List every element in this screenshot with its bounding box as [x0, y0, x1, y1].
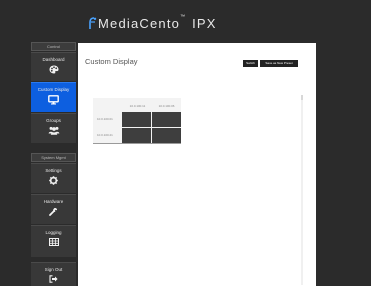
section-label-control: Control [31, 42, 76, 51]
sidebar-item-label: Custom Display [37, 87, 70, 92]
main-panel: Custom Display Switch Save as New Preset… [78, 43, 316, 286]
monitor-icon [31, 95, 76, 105]
gear-icon [31, 176, 76, 185]
grid-cell[interactable] [122, 112, 151, 127]
sidebar-item-logging[interactable]: Logging [31, 225, 76, 257]
grid-row-header: 10.0.100.21 [97, 133, 113, 137]
display-grid: 10.0.100.11 10.0.100.06 10.0.100.01 10.0… [93, 98, 181, 144]
app-brand: MediaCento [98, 16, 181, 31]
sidebar-item-dashboard[interactable]: Dashboard [31, 52, 76, 81]
trademark-mark: ™ [180, 13, 187, 20]
grid-cell[interactable] [152, 112, 181, 127]
switch-button[interactable]: Switch [243, 60, 258, 67]
grid-footer-divider [93, 143, 181, 144]
palette-icon [31, 65, 76, 74]
app-suffix: IPX [187, 16, 217, 31]
grid-cell[interactable] [122, 128, 151, 143]
table-icon [31, 238, 76, 246]
page-title: Custom Display [85, 57, 138, 66]
users-icon [31, 126, 76, 135]
sidebar-item-sign-out[interactable]: Sign Out [31, 262, 76, 286]
grid-column-header: 10.0.100.06 [158, 104, 175, 108]
sidebar: Control Dashboard Custom Display Groups [31, 42, 76, 286]
app-logo: MediaCento™ IPX [88, 13, 217, 31]
save-preset-button[interactable]: Save as New Preset [260, 60, 298, 67]
sidebar-item-groups[interactable]: Groups [31, 113, 76, 143]
scrollbar-thumb[interactable] [301, 95, 303, 100]
scrollbar[interactable] [301, 95, 303, 285]
sidebar-item-hardware[interactable]: Hardware [31, 194, 76, 224]
header: MediaCento™ IPX [0, 0, 371, 40]
wrench-icon [31, 207, 76, 216]
sidebar-item-settings[interactable]: Settings [31, 163, 76, 193]
sign-out-icon [31, 275, 76, 283]
sidebar-item-custom-display[interactable]: Custom Display [31, 82, 76, 112]
grid-cell[interactable] [152, 128, 181, 143]
section-label-system: System Mgmt [31, 153, 76, 162]
grid-column-header: 10.0.100.11 [129, 104, 146, 108]
sidebar-item-label: Logging [45, 230, 62, 235]
sidebar-item-label: Groups [46, 118, 61, 123]
sidebar-item-label: Hardware [43, 199, 64, 204]
grid-row-header: 10.0.100.01 [97, 117, 113, 121]
app-title: MediaCento™ IPX [98, 13, 217, 31]
logo-mark-icon [88, 17, 97, 30]
sidebar-item-label: Sign Out [44, 267, 63, 272]
sidebar-item-label: Settings [45, 168, 62, 173]
sidebar-item-label: Dashboard [42, 57, 65, 62]
